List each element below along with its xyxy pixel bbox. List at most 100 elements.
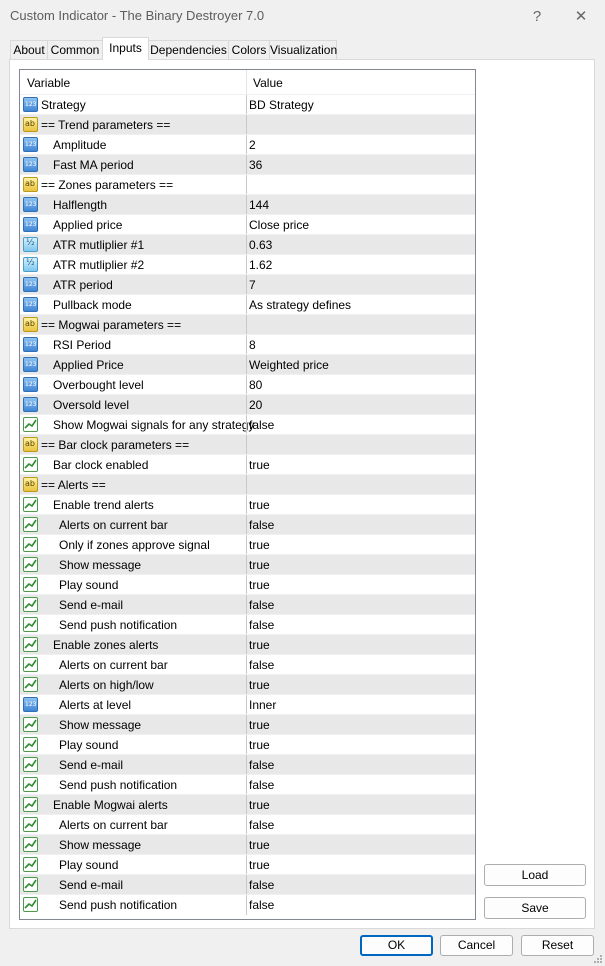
variable-value[interactable]: false <box>249 778 274 792</box>
table-row[interactable]: Send e-mail false <box>20 594 475 615</box>
table-row[interactable]: Alerts at level Inner <box>20 694 475 715</box>
table-row[interactable]: Alerts on current bar false <box>20 814 475 835</box>
tab-colors[interactable]: Colors <box>228 40 270 59</box>
table-row[interactable]: == Mogwai parameters == <box>20 314 475 335</box>
variable-value[interactable]: true <box>249 678 270 692</box>
variable-value[interactable]: 8 <box>249 338 256 352</box>
load-button[interactable]: Load <box>484 864 586 886</box>
tab-common[interactable]: Common <box>47 40 103 59</box>
variable-value[interactable]: false <box>249 818 274 832</box>
help-button[interactable]: ? <box>517 4 557 28</box>
table-row[interactable]: Alerts on current bar false <box>20 514 475 535</box>
variable-value[interactable]: false <box>249 618 274 632</box>
variable-column-header[interactable]: Variable <box>27 76 70 90</box>
variable-value[interactable]: true <box>249 638 270 652</box>
variable-value[interactable]: true <box>249 838 270 852</box>
table-row[interactable]: Oversold level 20 <box>20 394 475 415</box>
variable-value[interactable]: false <box>249 898 274 912</box>
variable-value[interactable]: true <box>249 458 270 472</box>
table-row[interactable]: Alerts on high/low true <box>20 674 475 695</box>
table-row[interactable]: Enable Mogwai alerts true <box>20 794 475 815</box>
table-row[interactable]: Applied Price Weighted price <box>20 354 475 375</box>
variable-value[interactable]: Close price <box>249 218 309 232</box>
table-row[interactable]: Show message true <box>20 834 475 855</box>
variable-value[interactable]: Weighted price <box>249 358 329 372</box>
table-row[interactable]: == Bar clock parameters == <box>20 434 475 455</box>
tab-dependencies[interactable]: Dependencies <box>148 40 229 59</box>
table-row[interactable]: Play sound true <box>20 574 475 595</box>
cancel-button[interactable]: Cancel <box>440 935 513 956</box>
variable-value[interactable]: false <box>249 758 274 772</box>
table-row[interactable]: RSI Period 8 <box>20 334 475 355</box>
variable-value[interactable]: false <box>249 658 274 672</box>
table-row[interactable]: Amplitude 2 <box>20 134 475 155</box>
variable-value[interactable]: 20 <box>249 398 262 412</box>
save-button[interactable]: Save <box>484 897 586 919</box>
value-column-header[interactable]: Value <box>253 76 283 90</box>
table-row[interactable]: Show Mogwai signals for any strategy fals… <box>20 414 475 435</box>
close-button[interactable]: ✕ <box>561 4 601 28</box>
table-row[interactable]: Send e-mail false <box>20 754 475 775</box>
table-row[interactable]: ATR mutliplier #2 1.62 <box>20 254 475 275</box>
variable-value[interactable]: false <box>249 878 274 892</box>
table-row[interactable]: Enable trend alerts true <box>20 494 475 515</box>
table-row[interactable]: == Zones parameters == <box>20 174 475 195</box>
variable-value[interactable]: true <box>249 578 270 592</box>
table-row[interactable]: Strategy BD Strategy <box>20 94 475 115</box>
table-row[interactable]: Only if zones approve signal true <box>20 534 475 555</box>
resize-grip-icon[interactable] <box>593 954 603 964</box>
variable-value[interactable]: 1.62 <box>249 258 272 272</box>
table-row[interactable]: Halflength 144 <box>20 194 475 215</box>
table-row[interactable]: Enable zones alerts true <box>20 634 475 655</box>
table-row[interactable]: Send push notification false <box>20 774 475 795</box>
string-icon <box>23 117 38 132</box>
variable-name: Applied Price <box>53 358 124 372</box>
ok-button[interactable]: OK <box>360 935 433 956</box>
variable-value[interactable]: true <box>249 738 270 752</box>
table-row[interactable]: Overbought level 80 <box>20 374 475 395</box>
variable-value[interactable]: 0.63 <box>249 238 272 252</box>
variable-value[interactable]: true <box>249 798 270 812</box>
variable-value[interactable]: false <box>249 518 274 532</box>
reset-button[interactable]: Reset <box>521 935 594 956</box>
variable-value[interactable]: true <box>249 558 270 572</box>
variable-value[interactable]: 80 <box>249 378 262 392</box>
table-row[interactable]: Bar clock enabled true <box>20 454 475 475</box>
variable-value[interactable]: false <box>249 598 274 612</box>
variable-value[interactable]: true <box>249 718 270 732</box>
variable-value[interactable]: As strategy defines <box>249 298 351 312</box>
variable-value[interactable]: true <box>249 538 270 552</box>
variable-value[interactable]: false <box>249 418 274 432</box>
table-row[interactable]: Alerts on current bar false <box>20 654 475 675</box>
table-row[interactable]: Send e-mail false <box>20 874 475 895</box>
variable-value[interactable]: Inner <box>249 698 276 712</box>
table-row[interactable]: == Alerts == <box>20 474 475 495</box>
number-icon <box>23 337 38 352</box>
variable-value[interactable]: 7 <box>249 278 256 292</box>
variable-value[interactable]: 144 <box>249 198 269 212</box>
variable-value[interactable]: 36 <box>249 158 262 172</box>
variable-name: Bar clock enabled <box>53 458 149 472</box>
table-row[interactable]: Applied price Close price <box>20 214 475 235</box>
table-row[interactable]: Fast MA period 36 <box>20 154 475 175</box>
table-row[interactable]: == Trend parameters == <box>20 114 475 135</box>
table-row[interactable]: ATR period 7 <box>20 274 475 295</box>
tab-visualization[interactable]: Visualization <box>269 40 337 59</box>
table-row[interactable]: Show message true <box>20 714 475 735</box>
table-row[interactable]: Send push notification false <box>20 894 475 915</box>
variable-value[interactable]: true <box>249 498 270 512</box>
variable-value[interactable]: BD Strategy <box>249 98 314 112</box>
table-row[interactable]: Pullback mode As strategy defines <box>20 294 475 315</box>
tab-inputs[interactable]: Inputs <box>102 37 149 60</box>
tab-about[interactable]: About <box>10 40 48 59</box>
column-separator[interactable] <box>246 70 247 94</box>
table-row[interactable]: Play sound true <box>20 734 475 755</box>
variable-value[interactable]: 2 <box>249 138 256 152</box>
table-row[interactable]: ATR mutliplier #1 0.63 <box>20 234 475 255</box>
variable-value[interactable]: true <box>249 858 270 872</box>
inputs-grid[interactable]: Variable Value Strategy BD Strategy == Tre… <box>19 69 476 920</box>
table-row[interactable]: Send push notification false <box>20 614 475 635</box>
table-row[interactable]: Play sound true <box>20 854 475 875</box>
table-row[interactable]: Show message true <box>20 554 475 575</box>
column-divider <box>246 175 247 195</box>
